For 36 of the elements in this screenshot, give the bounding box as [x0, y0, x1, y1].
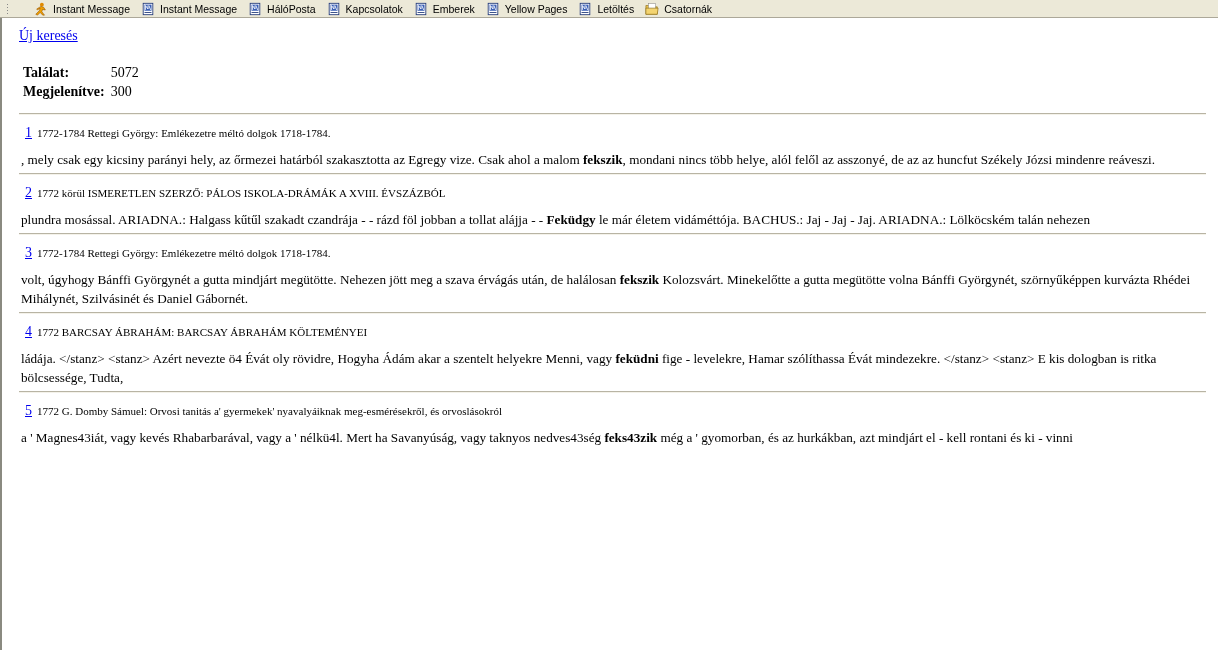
result-source: 1772-1784 Rettegi György: Emlékezetre méltó dolgok 1718-1784. — [37, 127, 331, 139]
result-snippet: a ' Magnes43iát, vagy kevés Rhabarbarával, vagy a ' nélkü4l. Mert ha Savanyúság, vagy taknyos nedves43ség feks43zik még a ' gyomorban, és az hurkákban, azt mindjárt el - kell rontani és ki - vinni — [21, 429, 1074, 447]
toolbar-link[interactable]: HálóPosta — [246, 0, 318, 17]
page-icon — [485, 1, 500, 16]
person-icon — [34, 1, 48, 16]
result-number-link[interactable]: 3 — [25, 245, 32, 261]
page-icon — [578, 1, 593, 16]
toolbar-link[interactable]: Instant Message — [32, 0, 133, 17]
result-source: 1772-1784 Rettegi György: Emlékezetre méltó dolgok 1718-1784. — [37, 247, 331, 259]
result-source: 1772 BARCSAY ÁBRAHÁM: BARCSAY ÁBRAHÁM KÖLTEMÉNYEI — [37, 326, 368, 338]
toolbar-link[interactable]: Emberek — [411, 0, 477, 17]
result-source: 1772 G. Domby Sámuel: Orvosi tanitás a' gyermekek' nyavalyáiknak meg-esmérésekről, és orvoslásokról — [37, 405, 502, 417]
result-source: 1772 körül ISMERETLEN SZERZŐ: PÁLOS ISKOLA-DRÁMÁK A XVIII. ÉVSZÁZBÓL — [37, 187, 446, 199]
summary-value: 300 — [110, 84, 132, 99]
new-search-link[interactable]: Új keresés — [19, 28, 78, 44]
toolbar-link[interactable]: Csatornák — [643, 0, 715, 17]
result-number-link[interactable]: 5 — [25, 403, 32, 419]
result-number-link[interactable]: 2 — [25, 185, 32, 201]
toolbar-link[interactable]: Kapcsolatok — [324, 0, 405, 17]
summary-label: Találat: — [23, 65, 70, 80]
result-snippet: plundra mosással. ARIADNA.: Halgass kűtűl szakadt czandrája - - rázd föl jobban a tollat alájja - - Feküdgy le már életem vidáméttója. BACHUS.: Jaj - Jaj - Jaj. ARIADNA.: Lölköcském talán nehezen — [21, 211, 1092, 229]
summary-value: 5072 — [110, 65, 139, 80]
page-icon — [141, 1, 156, 16]
result-number-link[interactable]: 4 — [25, 324, 32, 340]
result-snippet: volt, úgyhogy Bánffi Györgynét a gutta mindjárt megütötte. Nehezen jött meg a szava érvágás után, de halálosan fekszik Kolozsvárt. Minekelőtte a gutta megütötte volna Bánffi Györgynét, szörnyűképpen kurvázta Rhédei Mihálynét, Szilvásinét és Daniel Gábornét. — [21, 271, 1192, 308]
page-icon — [326, 1, 341, 16]
toolbar-link[interactable]: Yellow Pages — [483, 0, 570, 17]
result-snippet: , mely csak egy kicsiny parányi hely, az őrmezei határból szakasztotta az Egregy vize. Csak ahol a malom fekszik, mondani nincs több helye, alól felől az asszonyé, de az az huncfut Székely Józsi mindenre reáveszi. — [21, 151, 1156, 169]
result-snippet: ládája. </stanz> <stanz> Azért nevezte ö4 Évát oly rövidre, Hogyha Ádám akar a szentelt helyekre Menni, vagy feküdni fige - levelekre, Hamar szólíthassa Évát mindezekre. </stanz> <stanz> E kis dologban is ritka bölcsessége, Tudta, — [21, 350, 1158, 387]
folder-icon — [645, 1, 660, 16]
page-icon — [413, 1, 428, 16]
result-number-link[interactable]: 1 — [25, 125, 32, 141]
summary-label: Megjelenítve: — [23, 84, 105, 99]
toolbar-link[interactable]: Letöltés — [576, 0, 637, 17]
page-icon — [248, 1, 263, 16]
toolbar-link[interactable]: Instant Message — [139, 0, 240, 17]
